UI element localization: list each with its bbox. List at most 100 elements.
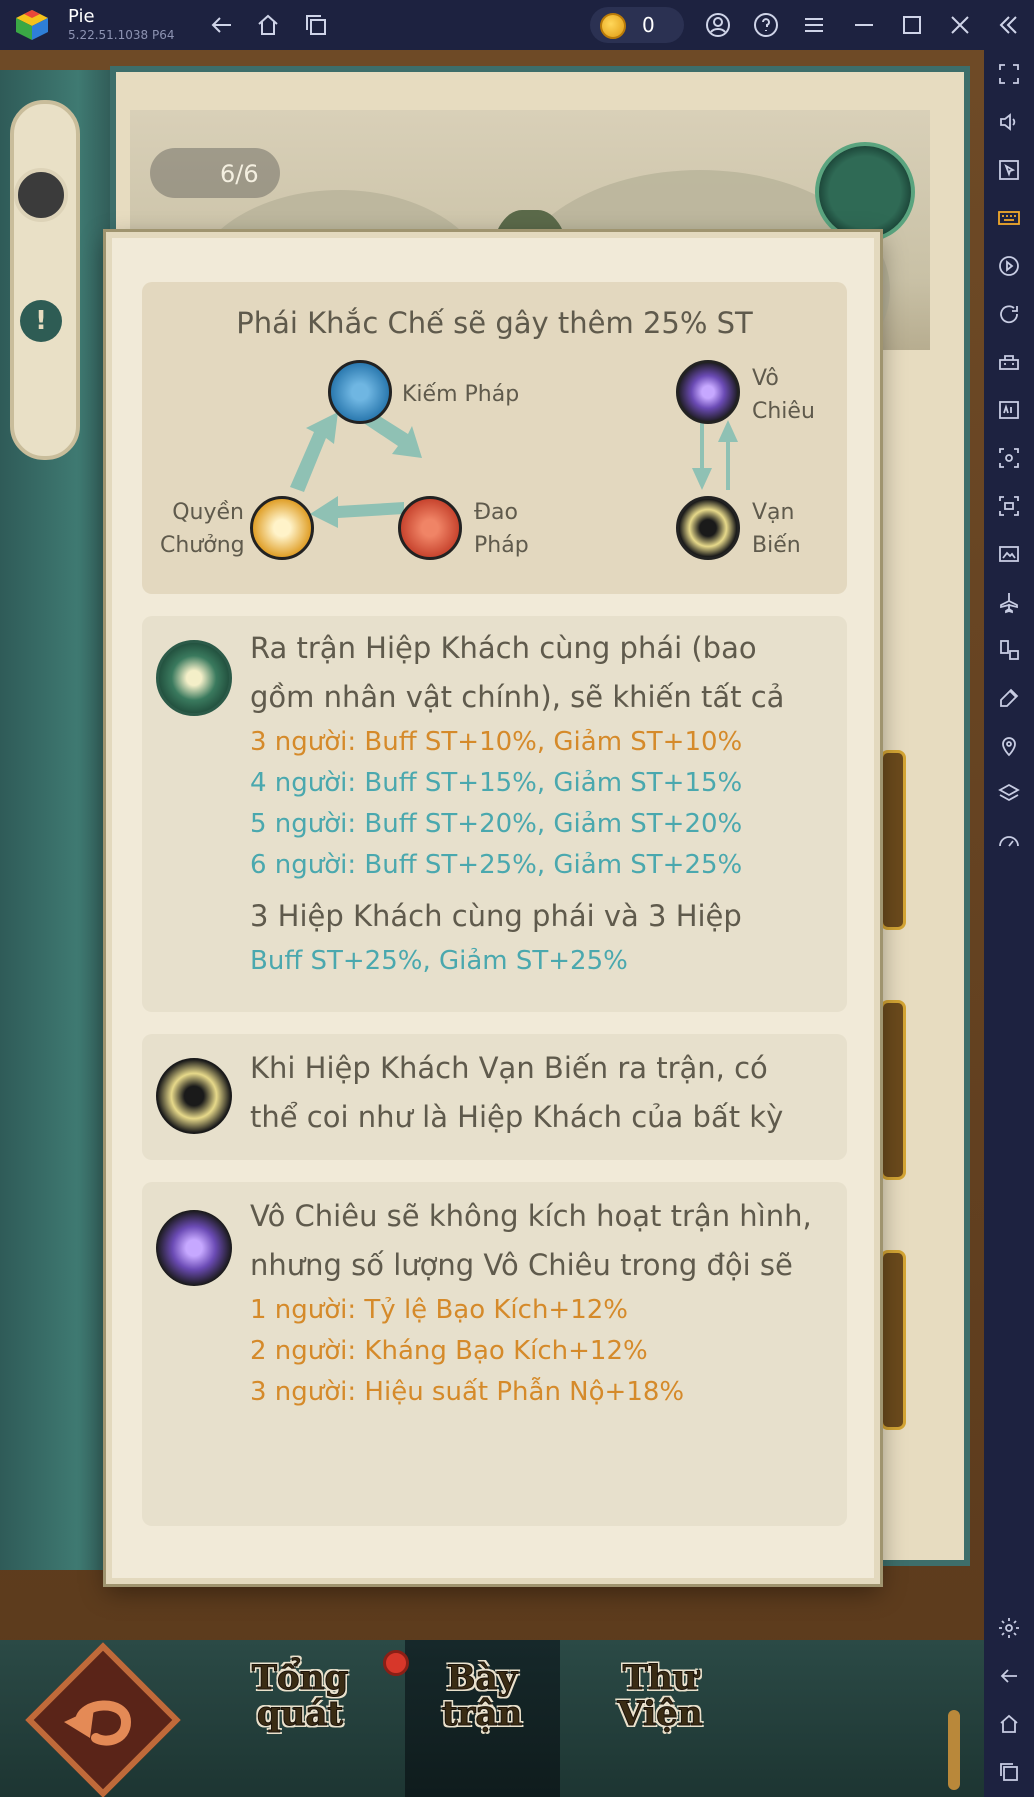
notification-dot xyxy=(383,1650,409,1676)
back-icon[interactable] xyxy=(206,9,238,41)
emulator-sidebar xyxy=(984,50,1034,1797)
macro-icon[interactable] xyxy=(995,348,1023,376)
desc-line: Khi Hiệp Khách Vạn Biến ra trận, có xyxy=(250,1051,768,1085)
van-bien-icon xyxy=(156,1058,232,1134)
desc-line: Vô Chiêu sẽ không kích hoạt trận hình, xyxy=(250,1199,812,1233)
quyen-label-line2: Chưởng xyxy=(160,533,245,558)
same-faction-card: Ra trận Hiệp Khách cùng phái (bao gồm nh… xyxy=(142,616,847,1012)
quyen-chuong-icon[interactable] xyxy=(250,496,314,560)
dao-label-line1: Đao xyxy=(474,500,518,525)
collapse-icon[interactable] xyxy=(992,9,1024,41)
recent-apps-icon[interactable] xyxy=(995,1758,1023,1786)
bonus-line: 2 người: Kháng Bạo Kích+12% xyxy=(250,1336,648,1366)
screenshot-icon[interactable] xyxy=(995,444,1023,472)
desc-line: Ra trận Hiệp Khách cùng phái (bao xyxy=(250,631,757,665)
tab-bay-tran[interactable]: Bày trận xyxy=(412,1660,552,1760)
side-tab-3[interactable] xyxy=(880,1250,906,1430)
jade-emblem-icon xyxy=(156,640,232,716)
van-bien-lines: Khi Hiệp Khách Vạn Biến ra trận, có thể … xyxy=(250,1044,835,1142)
arrow-up xyxy=(718,420,738,490)
tab-label-line1: Thư xyxy=(622,1658,698,1698)
scroll-handle[interactable] xyxy=(948,1710,960,1790)
type-chart-card: Phái Khắc Chế sẽ gây thêm 25% ST Kiếm Ph… xyxy=(142,282,847,594)
van-label-line1: Vạn xyxy=(752,500,795,525)
side-tab-2[interactable] xyxy=(880,1000,906,1180)
screen-record-icon[interactable] xyxy=(995,492,1023,520)
bonus-line: 3 người: Buff ST+10%, Giảm ST+10% xyxy=(250,727,743,757)
airplane-icon[interactable] xyxy=(995,588,1023,616)
android-home-icon[interactable] xyxy=(995,1710,1023,1738)
coin-balance[interactable]: 0 xyxy=(590,7,684,43)
app-version: 5.22.51.1038 P64 xyxy=(68,28,175,42)
dao-phap-label: Đao Pháp xyxy=(474,496,529,562)
bonus-line: 1 người: Tỷ lệ Bạo Kích+12% xyxy=(250,1295,629,1325)
tab-label-line2: quát xyxy=(256,1694,344,1734)
quyen-chuong-label: Quyền Chưởng xyxy=(160,496,245,562)
yin-yang-button[interactable] xyxy=(14,168,68,222)
bottom-navigation: Tổng quát Bày trận Thư Viện xyxy=(0,1640,984,1797)
multi-instance-icon[interactable] xyxy=(995,636,1023,664)
van-bien-label: Vạn Biến xyxy=(752,496,801,562)
windows-icon[interactable] xyxy=(300,9,332,41)
bluestacks-logo-icon xyxy=(16,10,48,40)
formation-emblem-button[interactable] xyxy=(815,142,915,242)
kiem-phap-label: Kiếm Pháp xyxy=(402,382,520,407)
tab-thu-vien[interactable]: Thư Viện xyxy=(590,1660,730,1760)
android-back-icon[interactable] xyxy=(995,1662,1023,1690)
side-tab-1[interactable] xyxy=(880,750,906,930)
tab-tong-quat[interactable]: Tổng quát xyxy=(230,1660,370,1760)
volume-icon[interactable] xyxy=(995,108,1023,136)
vo-chieu-icon[interactable] xyxy=(676,360,740,424)
van-label-line2: Biến xyxy=(752,533,801,558)
quyen-label-line1: Quyền xyxy=(172,500,244,525)
location-icon[interactable] xyxy=(995,732,1023,760)
dao-phap-icon[interactable] xyxy=(398,496,462,560)
desc-line: gồm nhân vật chính), sẽ khiến tất cả xyxy=(250,680,785,714)
bonus-line: 3 người: Hiệu suất Phẫn Nộ+18% xyxy=(250,1377,685,1407)
account-icon[interactable] xyxy=(702,9,734,41)
van-bien-icon[interactable] xyxy=(676,496,740,560)
minimize-icon[interactable] xyxy=(848,9,880,41)
tab-label-line2: trận xyxy=(441,1694,523,1734)
desc-line: nhưng số lượng Vô Chiêu trong đội sẽ xyxy=(250,1248,793,1282)
info-alert-icon[interactable]: ! xyxy=(20,300,62,342)
vo-chieu-card: Vô Chiêu sẽ không kích hoạt trận hình, n… xyxy=(142,1182,847,1526)
apk-icon[interactable] xyxy=(995,396,1023,424)
formation-count-text: 6/6 xyxy=(220,160,259,188)
vo-label-line1: Vô xyxy=(752,366,779,391)
maximize-icon[interactable] xyxy=(896,9,928,41)
kiem-phap-icon[interactable] xyxy=(328,360,392,424)
bonus-line: 6 người: Buff ST+25%, Giảm ST+25% xyxy=(250,850,743,880)
tab-label-line2: Viện xyxy=(617,1694,703,1734)
book-spine-panel xyxy=(10,100,80,460)
help-icon[interactable] xyxy=(750,9,782,41)
arrow-left xyxy=(310,496,404,528)
speed-icon[interactable] xyxy=(995,828,1023,856)
tab-label-line1: Tổng xyxy=(251,1658,349,1698)
eco-mode-icon[interactable] xyxy=(995,684,1023,712)
media-icon[interactable] xyxy=(995,540,1023,568)
home-icon[interactable] xyxy=(252,9,284,41)
vo-chieu-lines: Vô Chiêu sẽ không kích hoạt trận hình, n… xyxy=(250,1192,835,1413)
record-icon[interactable] xyxy=(995,252,1023,280)
arrow-down xyxy=(692,420,712,490)
vo-chieu-icon xyxy=(156,1210,232,1286)
app-title: Pie xyxy=(68,6,95,27)
return-arrow-icon xyxy=(64,1700,132,1746)
rotate-icon[interactable] xyxy=(995,300,1023,328)
desc-line: thể coi như là Hiệp Khách của bất kỳ xyxy=(250,1100,784,1134)
settings-icon[interactable] xyxy=(995,1614,1023,1642)
formation-counter: 6/6 xyxy=(150,148,280,198)
pointer-icon[interactable] xyxy=(995,156,1023,184)
layers-icon[interactable] xyxy=(995,780,1023,808)
arrow-up-left xyxy=(290,412,338,492)
close-icon[interactable] xyxy=(944,9,976,41)
fullscreen-icon[interactable] xyxy=(995,60,1023,88)
keyboard-icon[interactable] xyxy=(995,204,1023,232)
bonus-line: Buff ST+25%, Giảm ST+25% xyxy=(250,946,628,976)
menu-icon[interactable] xyxy=(798,9,830,41)
coin-icon xyxy=(600,13,626,39)
formation-info-modal[interactable]: Phái Khắc Chế sẽ gây thêm 25% ST Kiếm Ph… xyxy=(106,232,880,1584)
desc-line: 3 Hiệp Khách cùng phái và 3 Hiệp xyxy=(250,899,742,933)
vo-label-line2: Chiêu xyxy=(752,399,815,424)
